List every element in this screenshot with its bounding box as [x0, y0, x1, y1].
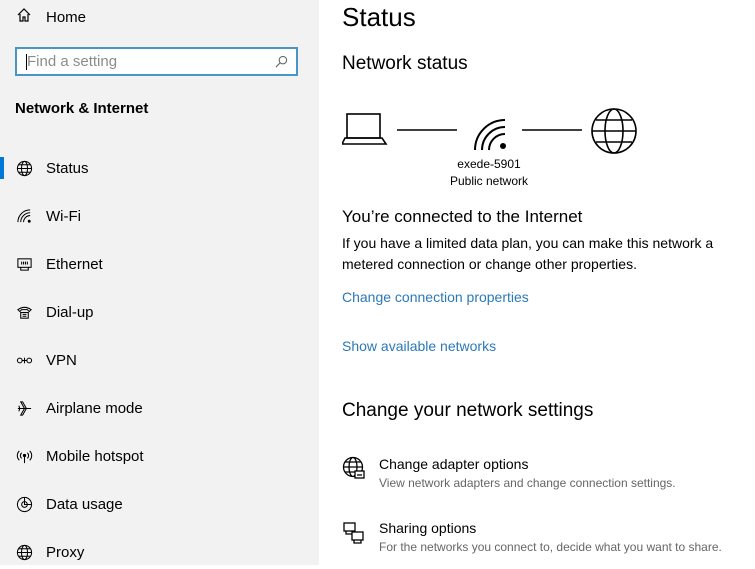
main-content: Status Network status exede-5901 Public … [319, 0, 755, 565]
dialup-icon [14, 302, 34, 322]
sidebar-item-wifi[interactable]: Wi-Fi [0, 199, 319, 233]
wifi-signal-icon [474, 119, 506, 151]
search-input[interactable] [17, 49, 270, 74]
sidebar-item-label: Proxy [46, 543, 85, 561]
active-indicator [0, 157, 4, 179]
sidebar-item-label: Airplane mode [46, 399, 143, 417]
sidebar-item-label: Dial-up [46, 303, 94, 321]
option-title: Sharing options [379, 520, 477, 536]
option-title: Change adapter options [379, 456, 529, 472]
airplane-icon [14, 398, 34, 418]
sidebar-item-label: Status [46, 159, 89, 177]
sidebar-item-vpn[interactable]: VPN [0, 343, 319, 377]
page-title: Status [342, 2, 416, 32]
sidebar-item-label: Wi-Fi [46, 207, 81, 225]
network-type: Public network [449, 174, 529, 188]
data-usage-icon [14, 494, 34, 514]
sidebar-item-ethernet[interactable]: Ethernet [0, 247, 319, 281]
sidebar-item-label: Mobile hotspot [46, 447, 144, 465]
internet-globe-icon [591, 108, 637, 154]
adapter-icon [342, 456, 366, 480]
sidebar-item-airplane-mode[interactable]: Airplane mode [0, 391, 319, 425]
sidebar-item-dialup[interactable]: Dial-up [0, 295, 319, 329]
laptop-icon [342, 113, 388, 145]
sidebar-item-label: Ethernet [46, 255, 103, 273]
sidebar-item-status[interactable]: Status [0, 151, 319, 185]
sidebar-item-data-usage[interactable]: Data usage [0, 487, 319, 521]
network-name: exede-5901 [457, 157, 521, 171]
sidebar-item-proxy[interactable]: Proxy [0, 535, 319, 569]
hotspot-icon [14, 446, 34, 466]
ethernet-icon [14, 254, 34, 274]
home-label: Home [46, 8, 87, 26]
sidebar: Home Network & Internet Status Wi-Fi Eth… [0, 0, 319, 565]
connection-description: If you have a limited data plan, you can… [342, 235, 714, 272]
section-title: Network & Internet [15, 100, 149, 117]
option-description: View network adapters and change connect… [379, 476, 676, 490]
sidebar-item-mobile-hotspot[interactable]: Mobile hotspot [0, 439, 319, 473]
globe-icon [14, 542, 34, 562]
sharing-options[interactable]: Sharing options For the networks you con… [342, 520, 755, 560]
text-cursor [26, 54, 27, 70]
search-box[interactable] [15, 47, 298, 76]
vpn-icon [14, 350, 34, 370]
network-status-heading: Network status [342, 53, 468, 74]
option-description: For the networks you connect to, decide … [379, 540, 722, 554]
home-icon [16, 7, 32, 28]
sidebar-item-label: Data usage [46, 495, 123, 513]
change-connection-properties-link[interactable]: Change connection properties [342, 289, 529, 305]
globe-icon [14, 158, 34, 178]
change-settings-heading: Change your network settings [342, 400, 594, 421]
wifi-icon [14, 206, 34, 226]
sidebar-item-label: VPN [46, 351, 77, 369]
connection-status: You’re connected to the Internet [342, 207, 583, 226]
show-available-networks-link[interactable]: Show available networks [342, 338, 496, 354]
search-icon[interactable] [270, 55, 292, 68]
sharing-icon [342, 520, 366, 544]
home-button[interactable]: Home [16, 6, 86, 28]
change-adapter-options[interactable]: Change adapter options View network adap… [342, 456, 755, 496]
